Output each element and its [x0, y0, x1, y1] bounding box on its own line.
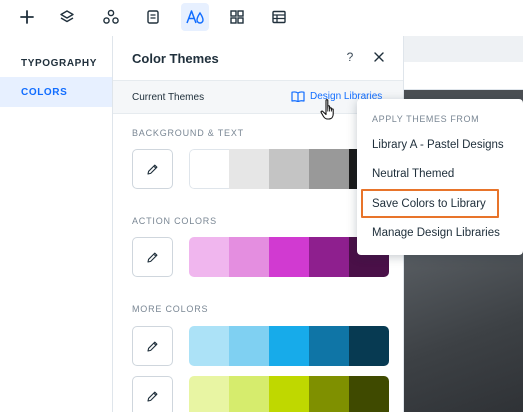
color-swatch[interactable]: [309, 237, 349, 277]
pages-icon: [147, 10, 159, 24]
pencil-icon: [147, 164, 158, 175]
menu-item-neutral-themed[interactable]: Neutral Themed: [372, 168, 454, 180]
more-palette-1[interactable]: [189, 326, 389, 366]
color-swatch[interactable]: [189, 237, 229, 277]
editor-root: TYPOGRAPHY COLORS Color Themes ? Current…: [0, 0, 523, 412]
color-swatch[interactable]: [229, 237, 269, 277]
edit-background-colors-button[interactable]: [132, 149, 173, 189]
color-swatch[interactable]: [189, 376, 229, 412]
pencil-icon: [147, 252, 158, 263]
edit-more-colors-button-2[interactable]: [132, 376, 173, 412]
help-button[interactable]: ?: [342, 49, 358, 65]
theme-icon: [186, 10, 204, 24]
color-swatch[interactable]: [269, 326, 309, 366]
color-swatch[interactable]: [269, 149, 309, 189]
color-swatch[interactable]: [189, 149, 229, 189]
apps-icon: [103, 9, 119, 24]
color-swatch[interactable]: [349, 326, 389, 366]
top-toolbar: [0, 0, 523, 36]
sidebar-item-label: TYPOGRAPHY: [21, 57, 98, 69]
section-label-action: ACTION COLORS: [132, 216, 217, 226]
book-icon: [291, 91, 305, 102]
close-icon: [374, 52, 384, 62]
pencil-icon: [147, 391, 158, 402]
table-button[interactable]: [265, 3, 293, 31]
canvas-header-strip: [404, 62, 523, 90]
sidebar-item-colors[interactable]: COLORS: [0, 77, 112, 107]
color-swatch[interactable]: [229, 149, 269, 189]
apps-button[interactable]: [97, 3, 125, 31]
color-swatch[interactable]: [349, 376, 389, 412]
color-swatch[interactable]: [309, 376, 349, 412]
canvas-top-bar: [404, 36, 523, 62]
menu-heading: APPLY THEMES FROM: [372, 114, 480, 124]
sidebar-item-label: COLORS: [21, 86, 68, 98]
menu-item-save-colors[interactable]: Save Colors to Library: [372, 198, 486, 210]
design-sidebar: TYPOGRAPHY COLORS: [0, 36, 113, 412]
table-icon: [272, 10, 286, 24]
grid-button[interactable]: [223, 3, 251, 31]
menu-item-manage-libraries[interactable]: Manage Design Libraries: [372, 227, 500, 239]
theme-button[interactable]: [181, 3, 209, 31]
color-swatch[interactable]: [269, 237, 309, 277]
layers-button[interactable]: [53, 3, 81, 31]
color-swatch[interactable]: [269, 376, 309, 412]
add-button[interactable]: [13, 3, 41, 31]
layers-icon: [60, 10, 74, 23]
section-label-background: BACKGROUND & TEXT: [132, 128, 244, 138]
grid-icon: [230, 10, 244, 24]
menu-item-library-a[interactable]: Library A - Pastel Designs: [372, 139, 504, 151]
help-icon: ?: [346, 50, 354, 64]
edit-action-colors-button[interactable]: [132, 237, 173, 277]
color-swatch[interactable]: [229, 376, 269, 412]
pencil-icon: [147, 341, 158, 352]
color-swatch[interactable]: [189, 326, 229, 366]
sidebar-item-typography[interactable]: TYPOGRAPHY: [0, 48, 112, 78]
more-palette-2[interactable]: [189, 376, 389, 412]
pages-button[interactable]: [139, 3, 167, 31]
panel-title: Color Themes: [132, 51, 219, 66]
edit-more-colors-button-1[interactable]: [132, 326, 173, 366]
hand-cursor-icon: [320, 99, 334, 120]
color-swatch[interactable]: [309, 326, 349, 366]
canvas-image: [404, 246, 523, 412]
section-label-more: MORE COLORS: [132, 304, 209, 314]
color-swatch[interactable]: [309, 149, 349, 189]
color-swatch[interactable]: [229, 326, 269, 366]
close-button[interactable]: [371, 49, 387, 65]
current-themes-label: Current Themes: [132, 92, 205, 103]
design-libraries-menu: APPLY THEMES FROM Library A - Pastel Des…: [357, 99, 523, 255]
plus-icon: [20, 10, 34, 24]
